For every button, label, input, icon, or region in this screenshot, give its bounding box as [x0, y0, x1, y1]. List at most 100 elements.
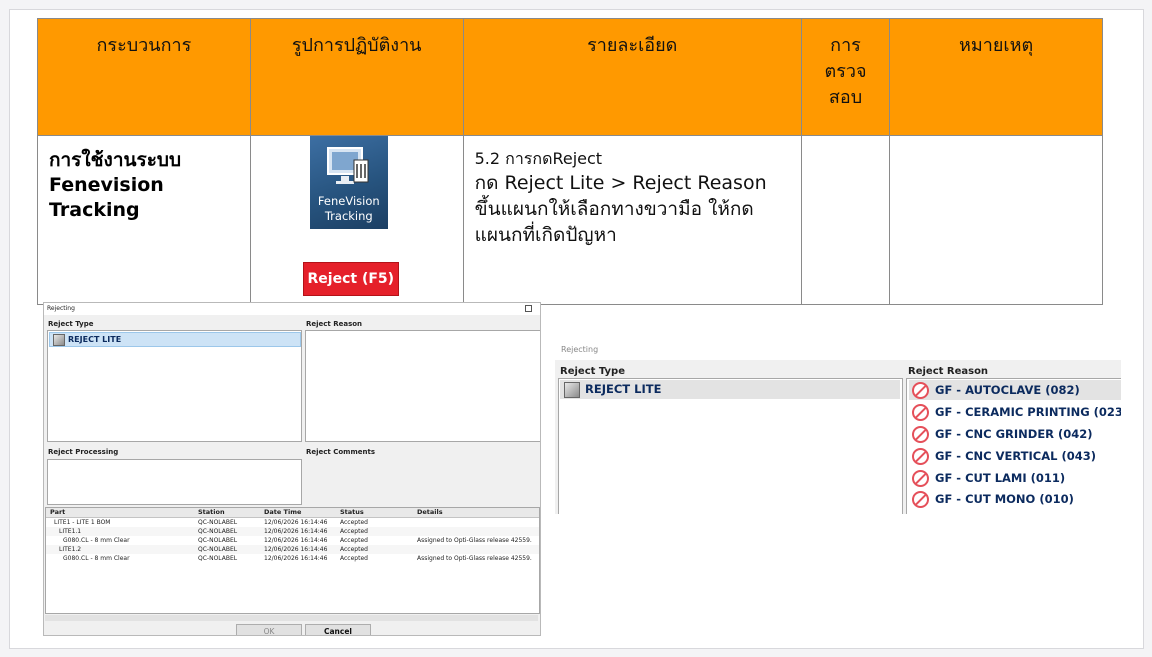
details-cell: 5.2 การกดReject กด Reject Lite > Reject … [462, 135, 802, 305]
cell-status: Accepted [340, 555, 368, 562]
reject-type-item[interactable]: REJECT LITE [560, 380, 900, 399]
reject-processing-box[interactable] [47, 459, 302, 505]
cell-status: Accepted [340, 537, 368, 544]
table-row[interactable]: G080.CL - 8 mm Clear QC-NOLABEL 12/06/20… [46, 554, 539, 563]
reject-f5-button: Reject (F5) [302, 262, 399, 296]
cube-icon [53, 333, 65, 346]
table-row[interactable]: LITE1.2 QC-NOLABEL 12/06/2026 16:14:46 A… [46, 545, 539, 554]
reason-label: GF - CNC GRINDER (042) [935, 427, 1093, 441]
reject-reason-label: Reject Reason [306, 320, 363, 328]
ban-icon [912, 404, 929, 421]
header-check: การ ตรวจ สอบ [800, 18, 891, 136]
ban-icon [912, 426, 929, 443]
ban-icon [912, 470, 929, 487]
cell-status: Accepted [340, 519, 368, 526]
ban-icon [912, 382, 929, 399]
horizontal-scrollbar[interactable] [45, 615, 538, 621]
maximize-icon[interactable] [525, 305, 532, 312]
table-row[interactable]: LITE1.1 QC-NOLABEL 12/06/2026 16:14:46 A… [46, 527, 539, 536]
detail-line: แผนกที่เกิดปัญหา [474, 224, 617, 246]
document-page: กระบวนการ รูปการปฏิบัติงาน รายละเอียด กา… [9, 9, 1144, 649]
reject-type-item[interactable]: REJECT LITE [49, 332, 301, 347]
process-name: การใช้งานระบบ Fenevision Tracking [38, 136, 250, 223]
col-station[interactable]: Station [198, 508, 225, 517]
remark-cell [889, 135, 1103, 305]
reason-item[interactable]: GF - AUTOCLAVE (082) [909, 380, 1121, 400]
cell-details: Assigned to Opti-Glass release 42559. [417, 555, 532, 562]
col-datetime[interactable]: Date Time [264, 508, 301, 517]
reject-type-label: Reject Type [560, 366, 625, 377]
col-part[interactable]: Part [50, 508, 65, 517]
app-icon-label: Tracking [324, 209, 373, 223]
reason-item[interactable]: GF - CUT LAMI (011) [909, 468, 1121, 488]
reason-label: GF - CUT LAMI (011) [935, 471, 1066, 485]
procedure-table: กระบวนการ รูปการปฏิบัติงาน รายละเอียด กา… [37, 18, 1103, 305]
col-details[interactable]: Details [417, 508, 443, 517]
cell-part: LITE1.2 [59, 546, 82, 553]
reject-processing-label: Reject Processing [48, 448, 119, 456]
reject-type-list[interactable]: REJECT LITE [558, 378, 903, 514]
table-row[interactable]: G080.CL - 8 mm Clear QC-NOLABEL 12/06/20… [46, 536, 539, 545]
reason-label: GF - AUTOCLAVE (082) [935, 383, 1080, 397]
detail-line: กด Reject Lite > Reject Reason [474, 172, 767, 194]
reason-item[interactable]: GF - CERAMIC PRINTING (023) [909, 402, 1121, 422]
reason-label: GF - CERAMIC PRINTING (023) [935, 405, 1121, 419]
reject-type-list[interactable]: REJECT LITE [47, 330, 302, 442]
rejecting-dialog: Rejecting Reject Type Reject Reason REJE… [43, 302, 541, 636]
reason-label: GF - CNC VERTICAL (043) [935, 449, 1096, 463]
process-line: การใช้งานระบบ [49, 149, 182, 171]
reason-item[interactable]: GF - CNC GRINDER (042) [909, 424, 1121, 444]
fenevision-app-icon: FeneVision Tracking [309, 136, 388, 229]
reason-label: GF - CUT MONO (010) [935, 492, 1074, 506]
check-cell [800, 135, 891, 305]
cell-part: LITE1 - LITE 1 BOM [54, 519, 111, 526]
cube-icon [564, 381, 580, 398]
grid-header: Part Station Date Time Status Details [46, 508, 539, 518]
process-line: Fenevision [49, 174, 164, 196]
reject-reason-list[interactable]: GF - AUTOCLAVE (082) GF - CERAMIC PRINTI… [906, 378, 1121, 514]
cell-datetime: 12/06/2026 16:14:46 [264, 519, 328, 526]
header-remark: หมายเหตุ [889, 18, 1103, 136]
process-cell: การใช้งานระบบ Fenevision Tracking [37, 135, 251, 305]
cell-status: Accepted [340, 528, 368, 535]
cell-station: QC-NOLABEL [198, 555, 238, 562]
reject-type-item-label: REJECT LITE [68, 335, 122, 344]
practice-image-cell: FeneVision Tracking Reject (F5) [249, 135, 464, 305]
reason-item[interactable]: GF - CUT MONO (010) [909, 489, 1121, 509]
detail-step: 5.2 การกดReject [474, 149, 603, 168]
header-details: รายละเอียด [462, 18, 802, 136]
cell-datetime: 12/06/2026 16:14:46 [264, 528, 328, 535]
cell-details: Assigned to Opti-Glass release 42559. [417, 537, 532, 544]
cell-datetime: 12/06/2026 16:14:46 [264, 537, 328, 544]
cell-part: G080.CL - 8 mm Clear [63, 555, 130, 562]
cancel-button[interactable]: Cancel [305, 624, 371, 635]
reject-reason-list[interactable] [305, 330, 540, 442]
header-practice-image: รูปการปฏิบัติงาน [249, 18, 464, 136]
header-check-line: ตรวจ [824, 61, 867, 82]
dialog-title: Rejecting [47, 305, 75, 312]
cell-part: LITE1.1 [59, 528, 82, 535]
monitor-icon [326, 147, 369, 184]
ban-icon [912, 448, 929, 465]
cell-station: QC-NOLABEL [198, 546, 238, 553]
ok-button[interactable]: OK [236, 624, 302, 635]
cell-datetime: 12/06/2026 16:14:46 [264, 555, 328, 562]
ban-icon [912, 491, 929, 508]
header-check-line: การ [830, 35, 861, 56]
table-row[interactable]: LITE1 - LITE 1 BOM QC-NOLABEL 12/06/2026… [46, 518, 539, 527]
rejecting-dialog-zoom: Rejecting Reject Type Reject Reason REJE… [555, 340, 1121, 514]
reject-type-item-label: REJECT LITE [585, 382, 662, 396]
reject-comments-box[interactable] [305, 459, 540, 503]
detail-line: ขึ้นแผนกให้เลือกทางขวามือ ให้กด [474, 198, 754, 220]
dialog-titlebar: Rejecting [44, 303, 540, 315]
reject-comments-label: Reject Comments [306, 448, 375, 456]
header-process: กระบวนการ [37, 18, 251, 136]
cell-datetime: 12/06/2026 16:14:46 [264, 546, 328, 553]
reason-item[interactable]: GF - CNC VERTICAL (043) [909, 446, 1121, 466]
header-check-line: สอบ [828, 87, 863, 108]
dialog-title: Rejecting [555, 340, 1121, 360]
reject-type-label: Reject Type [48, 320, 94, 328]
reject-reason-label: Reject Reason [908, 366, 989, 377]
app-icon-label: FeneVision [317, 194, 380, 208]
col-status[interactable]: Status [340, 508, 364, 517]
